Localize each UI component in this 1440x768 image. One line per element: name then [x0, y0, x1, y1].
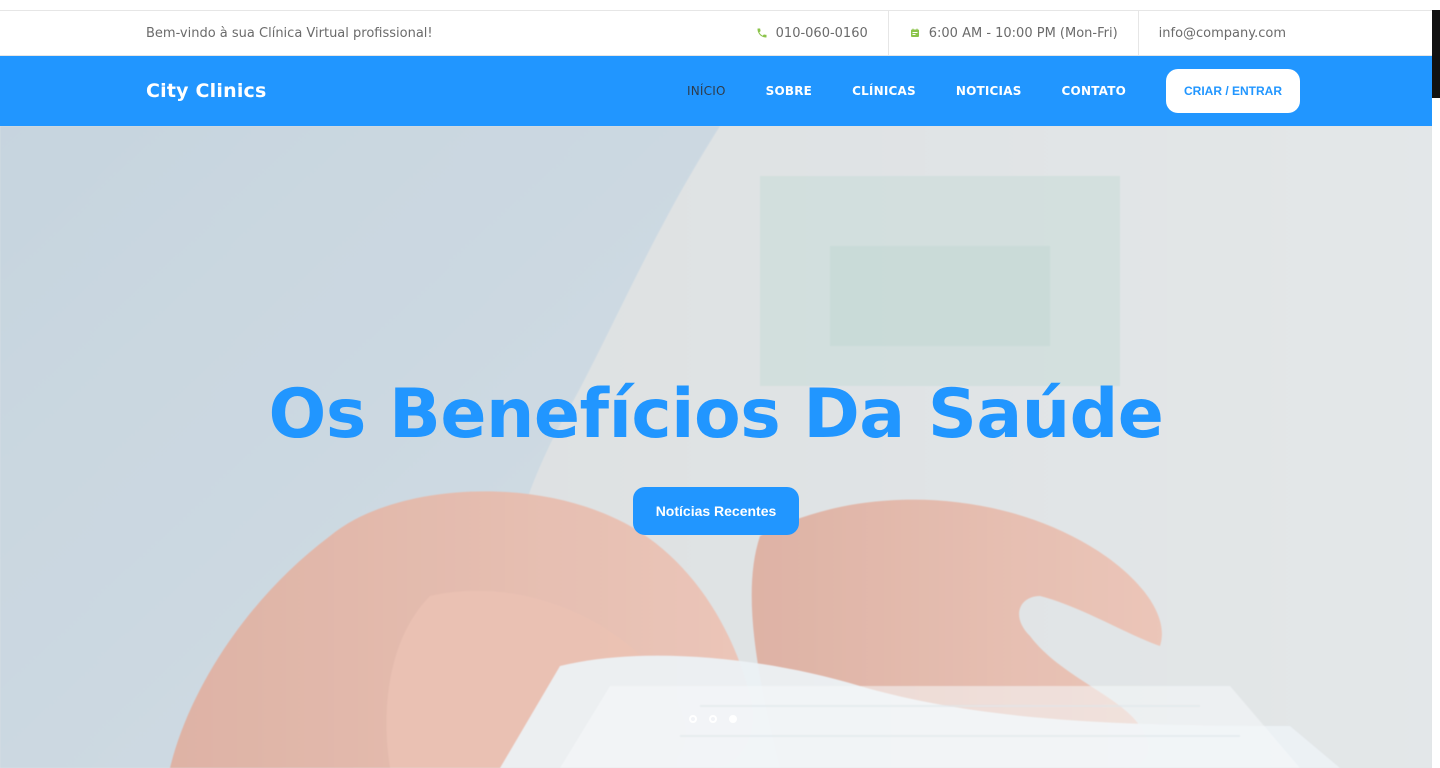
nav-item-inicio[interactable]: INÍCIO: [667, 84, 746, 98]
phone-number: 010-060-0160: [775, 25, 868, 41]
brand-logo[interactable]: City Clinics: [146, 80, 267, 102]
top-info-bar-inner: Bem-vindo à sua Clínica Virtual profissi…: [146, 11, 1286, 55]
email-text: info@company.com: [1158, 25, 1286, 41]
carousel-dot-2[interactable]: [709, 715, 717, 723]
carousel-dot-3[interactable]: [729, 715, 737, 723]
window-edge-strip: [1432, 10, 1440, 98]
nav-item-sobre[interactable]: SOBRE: [746, 84, 832, 98]
nav-item-clinicas[interactable]: CLÍNICAS: [832, 84, 936, 98]
hero-slider: Os Benefícios Da Saúde Notícias Recentes: [0, 126, 1432, 768]
main-navbar-inner: City Clinics INÍCIO SOBRE CLÍNICAS NOTIC…: [146, 56, 1300, 126]
top-contact-info: 010-060-0160 6:00 AM - 10:00 PM (Mon-Fri…: [736, 11, 1286, 55]
top-info-bar: Bem-vindo à sua Clínica Virtual profissi…: [0, 10, 1432, 56]
calendar-icon: [909, 27, 921, 39]
hours-text: 6:00 AM - 10:00 PM (Mon-Fri): [928, 25, 1118, 41]
create-login-button[interactable]: CRIAR / ENTRAR: [1166, 69, 1300, 113]
hero-title: Os Benefícios Da Saúde: [268, 375, 1164, 454]
nav-item-contato[interactable]: CONTATO: [1042, 84, 1146, 98]
main-navbar: City Clinics INÍCIO SOBRE CLÍNICAS NOTIC…: [0, 56, 1432, 126]
welcome-text: Bem-vindo à sua Clínica Virtual profissi…: [146, 25, 433, 41]
phone-icon: [756, 27, 768, 39]
main-menu: INÍCIO SOBRE CLÍNICAS NOTICIAS CONTATO C…: [667, 69, 1300, 113]
business-hours: 6:00 AM - 10:00 PM (Mon-Fri): [887, 11, 1138, 55]
phone-contact[interactable]: 010-060-0160: [736, 11, 888, 55]
latest-news-button[interactable]: Notícias Recentes: [633, 487, 799, 535]
carousel-pagination: [689, 715, 737, 723]
nav-item-noticias[interactable]: NOTICIAS: [936, 84, 1042, 98]
carousel-dot-1[interactable]: [689, 715, 697, 723]
email-contact[interactable]: info@company.com: [1137, 11, 1286, 55]
